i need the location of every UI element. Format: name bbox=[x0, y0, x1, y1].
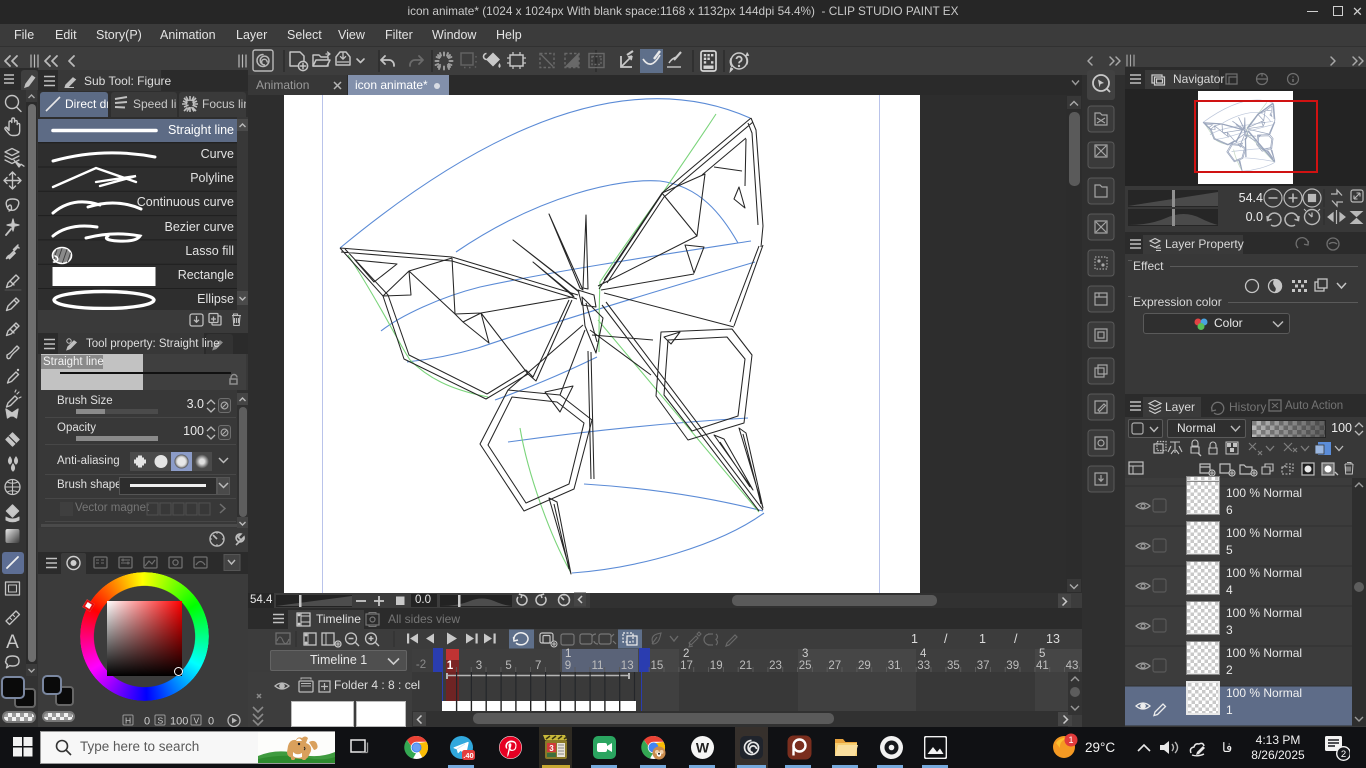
svg-text:/: / bbox=[1014, 632, 1018, 646]
svg-text:33: 33 bbox=[917, 660, 930, 672]
svg-text:21: 21 bbox=[739, 660, 752, 672]
svg-text:4: 4 bbox=[920, 648, 927, 660]
svg-text:.40: .40 bbox=[463, 751, 473, 760]
svg-text:15: 15 bbox=[651, 660, 664, 672]
svg-text:25: 25 bbox=[799, 660, 812, 672]
svg-text:9: 9 bbox=[565, 660, 571, 672]
svg-text:41: 41 bbox=[1036, 660, 1049, 672]
svg-text:37: 37 bbox=[977, 660, 990, 672]
svg-text:1: 1 bbox=[565, 648, 571, 660]
svg-text:2: 2 bbox=[1341, 749, 1346, 760]
svg-text:0: 0 bbox=[208, 716, 214, 728]
svg-text:3: 3 bbox=[549, 744, 554, 753]
svg-text:43: 43 bbox=[1066, 660, 1079, 672]
svg-text:/: / bbox=[944, 632, 948, 646]
svg-text:23: 23 bbox=[769, 660, 782, 672]
svg-text:S: S bbox=[158, 716, 164, 726]
svg-text:H: H bbox=[125, 716, 131, 726]
svg-text:-2: -2 bbox=[416, 659, 426, 671]
svg-text:27: 27 bbox=[828, 660, 841, 672]
svg-text:2: 2 bbox=[683, 648, 689, 660]
svg-text:100: 100 bbox=[170, 716, 188, 728]
svg-text:0: 0 bbox=[144, 716, 150, 728]
svg-text:1: 1 bbox=[979, 632, 986, 646]
svg-text:13: 13 bbox=[1046, 632, 1060, 646]
svg-text:W: W bbox=[696, 740, 710, 756]
svg-text:29: 29 bbox=[858, 660, 871, 672]
svg-text:35: 35 bbox=[947, 660, 960, 672]
svg-text:19: 19 bbox=[710, 660, 723, 672]
svg-text:3: 3 bbox=[476, 660, 482, 672]
svg-text:1: 1 bbox=[447, 660, 454, 672]
svg-text:A: A bbox=[6, 632, 19, 653]
svg-text:11: 11 bbox=[592, 660, 604, 672]
svg-text:31: 31 bbox=[888, 660, 901, 672]
svg-text:7: 7 bbox=[535, 660, 541, 672]
svg-text:17: 17 bbox=[680, 660, 693, 672]
svg-text:1: 1 bbox=[1068, 735, 1073, 745]
svg-text:5: 5 bbox=[505, 660, 511, 672]
svg-text:3: 3 bbox=[802, 648, 808, 660]
svg-text:V: V bbox=[194, 716, 200, 726]
svg-text:1: 1 bbox=[911, 632, 918, 646]
svg-text:5: 5 bbox=[1039, 648, 1045, 660]
svg-text:13: 13 bbox=[621, 660, 634, 672]
svg-text:39: 39 bbox=[1006, 660, 1019, 672]
